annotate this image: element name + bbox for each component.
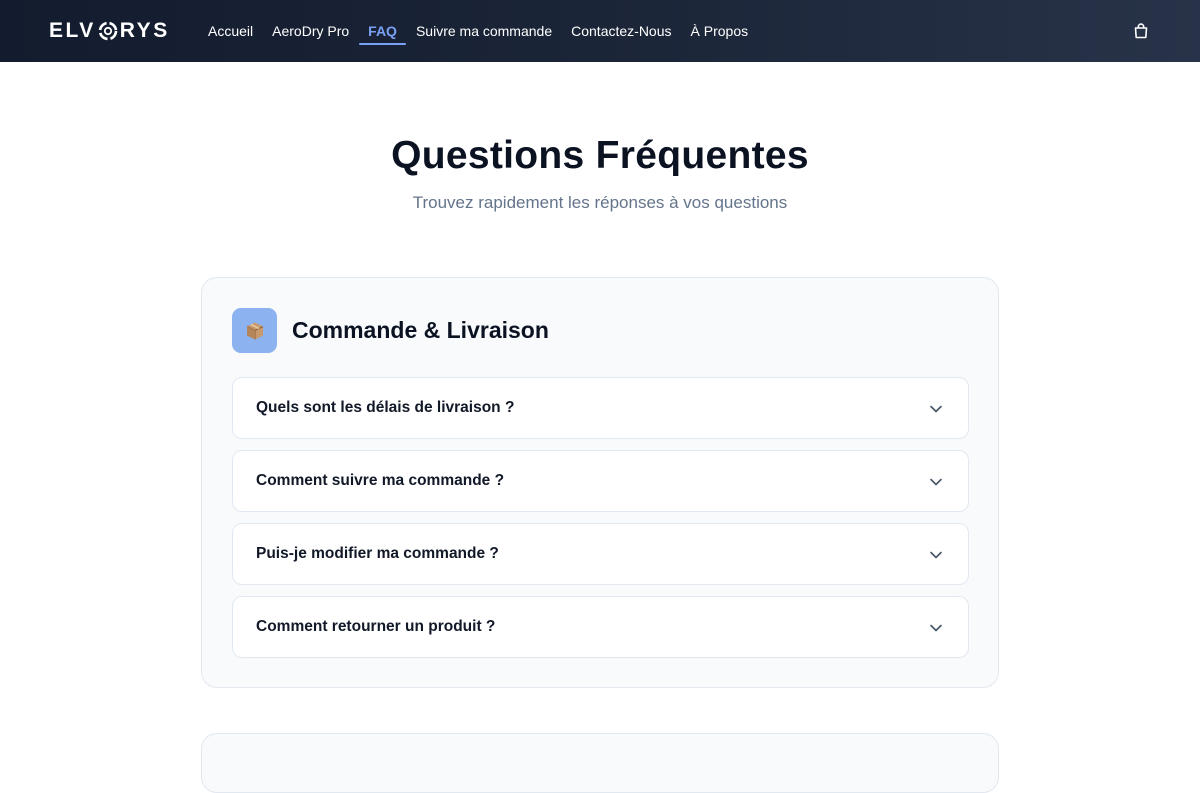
brand-logo[interactable]: ELV RYS — [49, 19, 170, 43]
faq-item[interactable]: Comment suivre ma commande ? — [232, 450, 969, 512]
shopping-bag-icon — [1134, 23, 1148, 39]
faq-item[interactable]: Quels sont les délais de livraison ? — [232, 377, 969, 439]
nav-link-suivre-commande[interactable]: Suivre ma commande — [416, 0, 552, 62]
cart-button[interactable] — [1131, 21, 1151, 41]
logo-text-left: ELV — [49, 19, 96, 42]
nav-link-faq[interactable]: FAQ — [359, 0, 406, 62]
faq-question: Puis-je modifier ma commande ? — [256, 545, 499, 562]
faq-question: Quels sont les délais de livraison ? — [256, 399, 515, 416]
swirl-logo-icon — [97, 20, 119, 42]
nav-link-aerodry-pro[interactable]: AeroDry Pro — [272, 0, 349, 62]
nav-link-accueil[interactable]: Accueil — [208, 0, 253, 62]
faq-category-card-next — [201, 733, 999, 793]
logo-text-right: RYS — [119, 19, 170, 42]
faq-question: Comment retourner un produit ? — [256, 618, 496, 635]
nav-link-a-propos[interactable]: À Propos — [691, 0, 749, 62]
main-nav: Accueil AeroDry Pro FAQ Suivre ma comman… — [208, 0, 767, 62]
faq-item[interactable]: Puis-je modifier ma commande ? — [232, 523, 969, 585]
chevron-down-icon — [930, 478, 942, 486]
faq-item[interactable]: Comment retourner un produit ? — [232, 596, 969, 658]
chevron-down-icon — [930, 405, 942, 413]
category-title: Commande & Livraison — [292, 317, 549, 343]
chevron-down-icon — [930, 624, 942, 632]
page-subtitle: Trouvez rapidement les réponses à vos qu… — [412, 193, 788, 212]
nav-link-contact[interactable]: Contactez-Nous — [571, 0, 671, 62]
chevron-down-icon — [930, 551, 942, 559]
faq-question: Comment suivre ma commande ? — [256, 472, 505, 489]
package-icon — [232, 308, 277, 353]
top-navbar: ELV RYS Accueil AeroDry Pro FAQ Suivre m… — [0, 0, 1200, 62]
page-title: Questions Fréquentes — [391, 134, 809, 177]
faq-category-card: Commande & Livraison Quels sont les déla… — [201, 277, 999, 688]
